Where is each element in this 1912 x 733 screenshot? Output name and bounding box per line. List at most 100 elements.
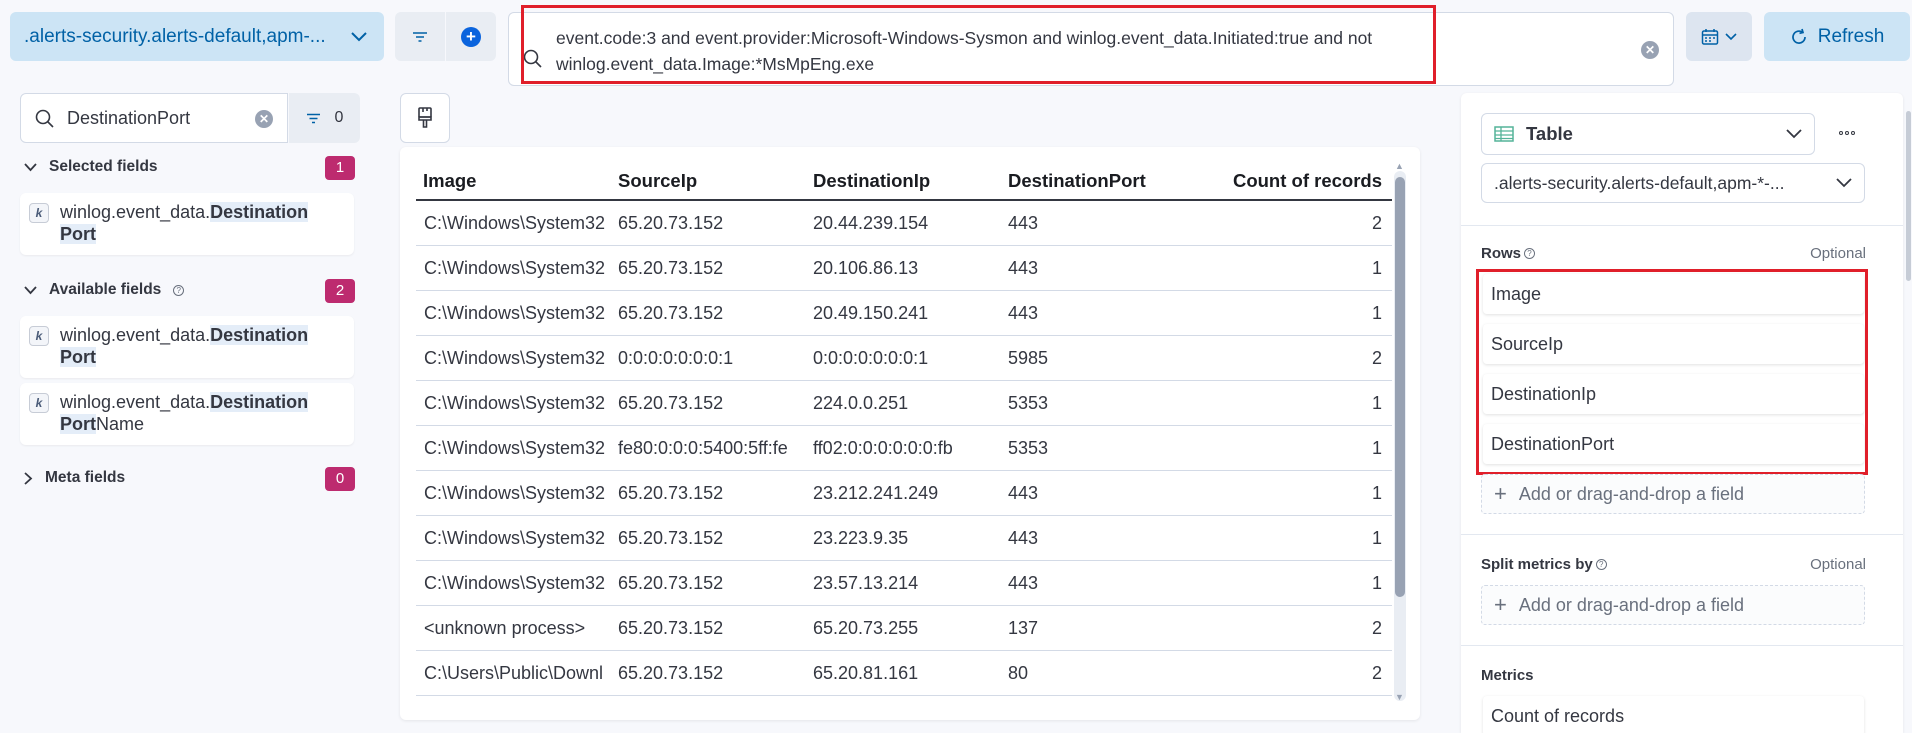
scrollbar-thumb[interactable] xyxy=(1395,177,1405,597)
field-type-filter-button[interactable]: 0 xyxy=(289,93,360,143)
plus-icon: + xyxy=(1494,592,1507,617)
cell-image[interactable]: C:\Windows\System32 xyxy=(416,303,612,324)
cell-image[interactable]: <unknown process> xyxy=(416,618,612,639)
cell-image[interactable]: C:\Windows\System32 xyxy=(416,258,612,279)
cell-sourceip[interactable]: 65.20.73.152 xyxy=(612,528,807,549)
cell-destinationport[interactable]: 5353 xyxy=(1002,393,1182,414)
add-field-label: Add or drag-and-drop a field xyxy=(1518,483,1744,504)
cell-sourceip[interactable]: 65.20.73.152 xyxy=(612,393,807,414)
cell-destinationport[interactable]: 137 xyxy=(1002,618,1182,639)
dot-icon xyxy=(1845,131,1849,135)
cell-destinationip[interactable]: 20.49.150.241 xyxy=(807,303,1002,324)
chevron-right-icon xyxy=(24,471,33,485)
cell-destinationip[interactable]: 23.57.13.214 xyxy=(807,573,1002,594)
cell-destinationip[interactable]: 23.212.241.249 xyxy=(807,483,1002,504)
cell-destinationport[interactable]: 5353 xyxy=(1002,438,1182,459)
dataview-picker[interactable]: .alerts-security.alerts-default,apm-... xyxy=(10,12,384,61)
field-item[interactable]: k winlog.event_data.DestinationPort xyxy=(20,193,354,255)
available-fields-toggle[interactable]: Available fields ? xyxy=(24,281,185,299)
scroll-up-arrow[interactable]: ▲ xyxy=(1395,161,1404,171)
cell-sourceip[interactable]: fe80:0:0:0:5400:5ff:fe xyxy=(612,438,807,459)
cell-sourceip[interactable]: 65.20.73.152 xyxy=(612,618,807,639)
keyword-type-icon: k xyxy=(29,326,49,346)
cell-destinationip[interactable]: 65.20.73.255 xyxy=(807,618,1002,639)
cell-destinationip[interactable]: 23.223.9.35 xyxy=(807,528,1002,549)
cell-sourceip[interactable]: 65.20.73.152 xyxy=(612,663,807,684)
cell-image[interactable]: C:\Windows\System32 xyxy=(416,438,612,459)
cell-sourceip[interactable]: 65.20.73.152 xyxy=(612,303,807,324)
meta-fields-toggle[interactable]: Meta fields xyxy=(24,469,125,487)
cell-count[interactable]: 1 xyxy=(1182,438,1392,459)
cell-destinationip[interactable]: 65.20.81.161 xyxy=(807,663,1002,684)
selected-fields-toggle[interactable]: Selected fields xyxy=(24,158,158,176)
chevron-down-icon xyxy=(24,285,37,294)
scroll-down-arrow[interactable]: ▼ xyxy=(1395,692,1404,702)
cell-destinationip[interactable]: 20.106.86.13 xyxy=(807,258,1002,279)
cell-image[interactable]: C:\Windows\System32 xyxy=(416,393,612,414)
cell-count[interactable]: 2 xyxy=(1182,213,1392,234)
cell-destinationport[interactable]: 443 xyxy=(1002,528,1182,549)
cell-destinationport[interactable]: 443 xyxy=(1002,258,1182,279)
clear-search-icon[interactable]: ✕ xyxy=(255,110,273,128)
cell-destinationport[interactable]: 80 xyxy=(1002,663,1182,684)
rows-label: Rows? xyxy=(1481,245,1536,262)
cell-sourceip[interactable]: 65.20.73.152 xyxy=(612,573,807,594)
table-body: C:\Windows\System32 65.20.73.152 20.44.239… xyxy=(416,201,1392,696)
column-header-destinationport[interactable]: DestinationPort xyxy=(1002,170,1182,192)
cell-count[interactable]: 1 xyxy=(1182,393,1392,414)
cell-image[interactable]: C:\Windows\System32 xyxy=(416,348,612,369)
table-row: C:\Windows\System32 fe80:0:0:0:5400:5ff:f… xyxy=(416,426,1392,471)
cell-count[interactable]: 2 xyxy=(1182,618,1392,639)
cell-image[interactable]: C:\Windows\System32 xyxy=(416,573,612,594)
cell-count[interactable]: 1 xyxy=(1182,573,1392,594)
cell-sourceip[interactable]: 65.20.73.152 xyxy=(612,483,807,504)
cell-count[interactable]: 2 xyxy=(1182,663,1392,684)
cell-destinationip[interactable]: 0:0:0:0:0:0:0:1 xyxy=(807,348,1002,369)
table-row: C:\Windows\System32 65.20.73.152 224.0.0.2… xyxy=(416,381,1392,426)
cell-destinationport[interactable]: 443 xyxy=(1002,483,1182,504)
cell-image[interactable]: C:\Users\Public\Downl xyxy=(416,663,612,684)
add-filter-button[interactable]: + xyxy=(446,12,496,61)
add-field-label: Add or drag-and-drop a field xyxy=(1518,594,1744,615)
metric-count-of-records[interactable]: Count of records xyxy=(1483,696,1864,733)
cell-destinationip[interactable]: 20.44.239.154 xyxy=(807,213,1002,234)
field-item[interactable]: k winlog.event_data.DestinationPort xyxy=(20,316,354,378)
clear-query-icon[interactable]: ✕ xyxy=(1641,41,1659,59)
cell-destinationport[interactable]: 443 xyxy=(1002,573,1182,594)
column-header-destinationip[interactable]: DestinationIp xyxy=(807,170,1002,192)
split-add-field-dropzone[interactable]: + Add or drag-and-drop a field xyxy=(1481,585,1865,625)
cell-destinationport[interactable]: 443 xyxy=(1002,303,1182,324)
rows-add-field-dropzone[interactable]: + Add or drag-and-drop a field xyxy=(1481,474,1865,514)
refresh-button[interactable]: Refresh xyxy=(1764,12,1910,61)
cell-image[interactable]: C:\Windows\System32 xyxy=(416,528,612,549)
query-filter-button[interactable] xyxy=(395,12,445,61)
date-picker-button[interactable] xyxy=(1686,12,1752,61)
cell-destinationip[interactable]: ff02:0:0:0:0:0:0:fb xyxy=(807,438,1002,459)
cell-count[interactable]: 2 xyxy=(1182,348,1392,369)
cell-destinationport[interactable]: 443 xyxy=(1002,213,1182,234)
page-scrollbar[interactable] xyxy=(1905,93,1912,733)
cell-image[interactable]: C:\Windows\System32 xyxy=(416,483,612,504)
cell-count[interactable]: 1 xyxy=(1182,483,1392,504)
cell-sourceip[interactable]: 65.20.73.152 xyxy=(612,258,807,279)
cell-count[interactable]: 1 xyxy=(1182,528,1392,549)
cell-sourceip[interactable]: 0:0:0:0:0:0:0:1 xyxy=(612,348,807,369)
plus-icon: + xyxy=(461,26,481,47)
column-header-count[interactable]: Count of records xyxy=(1182,170,1392,192)
cell-destinationport[interactable]: 5985 xyxy=(1002,348,1182,369)
cell-sourceip[interactable]: 65.20.73.152 xyxy=(612,213,807,234)
scrollbar-thumb[interactable] xyxy=(1906,111,1911,281)
cell-destinationip[interactable]: 224.0.0.251 xyxy=(807,393,1002,414)
cell-image[interactable]: C:\Windows\System32 xyxy=(416,213,612,234)
more-options-button[interactable] xyxy=(1834,120,1860,146)
field-search-input[interactable]: DestinationPort ✕ xyxy=(20,93,288,143)
column-header-image[interactable]: Image xyxy=(416,170,612,192)
palette-button[interactable] xyxy=(400,93,450,143)
cell-count[interactable]: 1 xyxy=(1182,258,1392,279)
column-header-sourceip[interactable]: SourceIp xyxy=(612,170,807,192)
cell-count[interactable]: 1 xyxy=(1182,303,1392,324)
layer-dataview-select[interactable]: .alerts-security.alerts-default,apm-*-..… xyxy=(1481,163,1865,203)
visualization-type-select[interactable]: Table xyxy=(1481,113,1815,155)
field-item[interactable]: k winlog.event_data.DestinationPortName xyxy=(20,383,354,445)
table-scrollbar[interactable] xyxy=(1394,171,1406,701)
